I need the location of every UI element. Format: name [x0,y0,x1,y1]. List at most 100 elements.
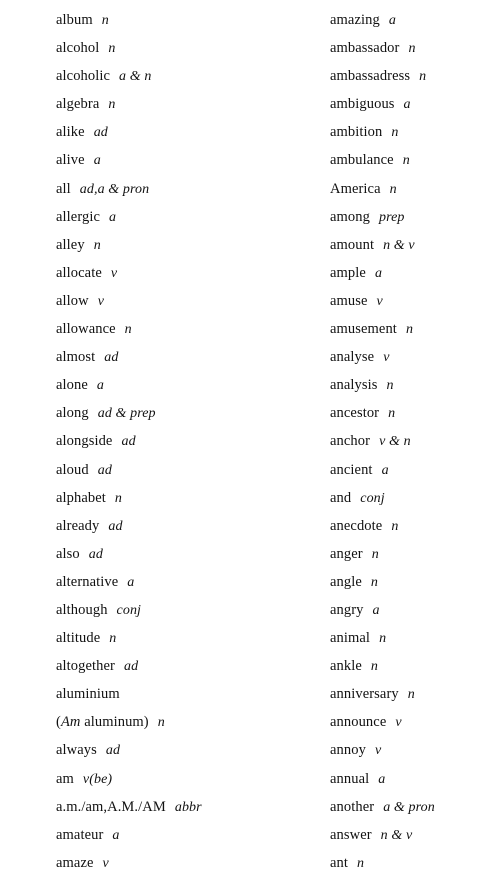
entry-headword: alcohol [56,40,100,57]
entry-part-of-speech: n [370,659,379,675]
dictionary-entry: angry a [330,596,500,624]
dictionary-entry: amaze v [56,849,280,877]
american-variant-label: Am [60,714,81,731]
entry-part-of-speech: a [374,265,383,281]
dictionary-entry: ample a [330,259,500,287]
entry-headword: announce [330,714,387,731]
entry-headword: allergic [56,208,101,225]
dictionary-entry: among prep [330,203,500,231]
entry-part-of-speech: n [391,125,399,141]
entry-headword: alive [56,152,85,169]
entry-part-of-speech: a [372,602,380,618]
dictionary-entry: am v(be) [56,765,280,793]
entry-headword: alone [56,377,88,394]
entry-headword: already [56,517,100,534]
dictionary-entry: anniversary n [330,680,500,708]
entry-part-of-speech: a [109,209,117,225]
entry-headword: and [330,489,352,506]
entry-headword: alley [56,236,85,253]
entry-headword: ankle [330,658,362,675]
entry-part-of-speech: a [96,378,105,394]
entry-headword: allowance [56,321,116,338]
entry-part-of-speech: n [108,41,116,57]
entry-part-of-speech: n [389,181,397,197]
dictionary-entry: ambulance n [330,146,500,174]
dictionary-entry: animal n [330,624,500,652]
dictionary-entry: also ad [56,540,280,568]
entry-part-of-speech: v [110,265,118,281]
dictionary-entry: already ad [56,512,280,540]
entry-headword: a.m./am,A.M./AM [56,798,166,815]
dictionary-entry: ambition n [330,118,500,146]
dictionary-entry: (Am aluminum) n [56,708,280,736]
dictionary-entry: allergic a [56,203,280,231]
dictionary-entry: ambiguous a [330,90,500,118]
entry-headword: another [330,798,375,815]
entry-headword: ancient [330,461,373,478]
entry-headword: ample [330,264,366,281]
dictionary-entry: alcohol n [56,34,280,62]
entry-headword: alphabet [56,489,106,506]
dictionary-entry: allowance n [56,315,280,343]
entry-headword: album [56,12,93,28]
entry-headword: amazing [330,12,380,28]
entry-part-of-speech: ad [93,125,108,141]
entry-headword: ambulance [330,152,394,169]
entry-headword: ambition [330,124,383,141]
entry-headword: ambassador [330,40,400,57]
entry-headword: annual [330,770,370,787]
entry-headword: all [56,180,71,197]
entry-headword: along [56,405,89,422]
dictionary-entry: angle n [330,568,500,596]
dictionary-entry: algebra n [56,90,280,118]
entry-part-of-speech: n [386,378,394,394]
entry-headword: anniversary [330,686,399,703]
entry-part-of-speech: a [388,13,396,28]
entry-part-of-speech: n [357,855,365,871]
entry-part-of-speech: conj [116,602,142,618]
dictionary-entry: alphabet n [56,484,280,512]
entry-part-of-speech: a [112,827,120,843]
dictionary-entry: amateur a [56,821,280,849]
entry-part-of-speech: n [370,574,379,590]
entry-headword: ant [330,854,349,871]
entry-headword: among [330,208,370,225]
entry-headword: aluminium [56,686,120,703]
dictionary-entry: annual a [330,765,500,793]
entry-headword: algebra [56,96,100,113]
entry-part-of-speech: a [381,462,389,478]
entry-part-of-speech: n [402,153,410,169]
entry-part-of-speech: prep [378,209,405,225]
entry-headword: analyse [330,349,375,366]
entry-headword: angle [330,573,362,590]
dictionary-entry: announce v [330,708,500,736]
dictionary-entry: alone a [56,371,280,399]
entry-headword: alongside [56,433,113,450]
entry-part-of-speech: v(be) [82,771,113,787]
dictionary-entry: annoy v [330,736,500,764]
entry-part-of-speech: n [408,41,416,57]
entry-part-of-speech: n [157,715,165,731]
entry-part-of-speech: n & v [383,237,415,253]
dictionary-entry: ancient a [330,456,500,484]
entry-headword: alcoholic [56,68,111,85]
dictionary-entry: alongside ad [56,427,280,455]
dictionary-entry: a.m./am,A.M./AM abbr [56,793,280,821]
entry-part-of-speech: n [114,490,123,506]
dictionary-entry: along ad & prep [56,399,280,427]
entry-part-of-speech: n [124,322,132,338]
entry-headword: alike [56,124,85,141]
dictionary-entry: and conj [330,484,500,512]
dictionary-entry: alcoholic a & n [56,62,280,90]
entry-part-of-speech: ad [104,350,119,366]
dictionary-entry: another a & pron [330,793,500,821]
entry-headword: altitude [56,630,101,647]
dictionary-entry: aluminium [56,680,280,708]
dictionary-entry: anger n [330,540,500,568]
dictionary-entry: altitude n [56,624,280,652]
entry-part-of-speech: n [391,518,399,534]
dictionary-entry: alike ad [56,118,280,146]
entry-headword: amusement [330,321,397,338]
entry-part-of-speech: v [374,743,382,759]
entry-headword: anecdote [330,517,383,534]
